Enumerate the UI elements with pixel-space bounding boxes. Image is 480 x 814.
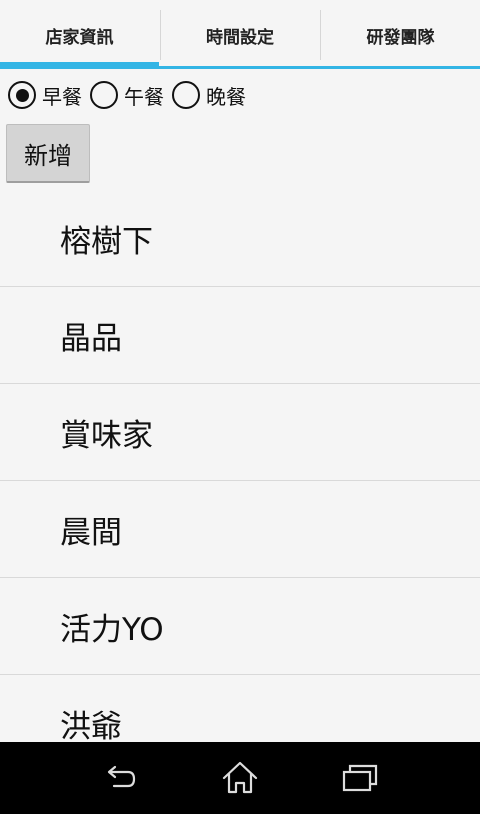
radio-unchecked-icon — [90, 81, 118, 109]
radio-label-breakfast: 早餐 — [42, 84, 82, 109]
list-item[interactable]: 晶品 — [0, 287, 480, 384]
radio-label-lunch: 午餐 — [124, 84, 164, 109]
radio-label-dinner: 晚餐 — [206, 84, 246, 109]
list-item[interactable]: 活力YO — [0, 578, 480, 675]
list-item[interactable]: 賞味家 — [0, 384, 480, 481]
recent-apps-icon[interactable] — [340, 758, 380, 798]
add-button[interactable]: 新增 — [6, 124, 90, 183]
radio-dinner[interactable]: 晚餐 — [172, 81, 246, 110]
meal-radio-group: 早餐 午餐 晚餐 — [8, 78, 254, 112]
radio-lunch[interactable]: 午餐 — [90, 81, 164, 110]
tab-bar: 店家資訊 時間設定 研發團隊 — [0, 0, 480, 70]
tab-dev-team[interactable]: 研發團隊 — [320, 10, 480, 60]
system-nav-bar — [0, 742, 480, 814]
home-icon[interactable] — [220, 758, 260, 798]
radio-unchecked-icon — [172, 81, 200, 109]
list-item[interactable]: 洪爺 — [0, 675, 480, 743]
tab-time-settings[interactable]: 時間設定 — [160, 10, 319, 60]
radio-dot — [15, 88, 29, 102]
tab-store-info[interactable]: 店家資訊 — [0, 10, 159, 60]
list-item[interactable]: 晨間 — [0, 481, 480, 578]
list-item[interactable]: 榕樹下 — [0, 190, 480, 287]
radio-checked-icon — [8, 81, 36, 109]
tab-selected-indicator — [0, 62, 159, 69]
back-icon[interactable] — [100, 758, 140, 798]
store-list[interactable]: 榕樹下 晶品 賞味家 晨間 活力YO 洪爺 — [0, 190, 480, 742]
radio-breakfast[interactable]: 早餐 — [8, 81, 82, 110]
